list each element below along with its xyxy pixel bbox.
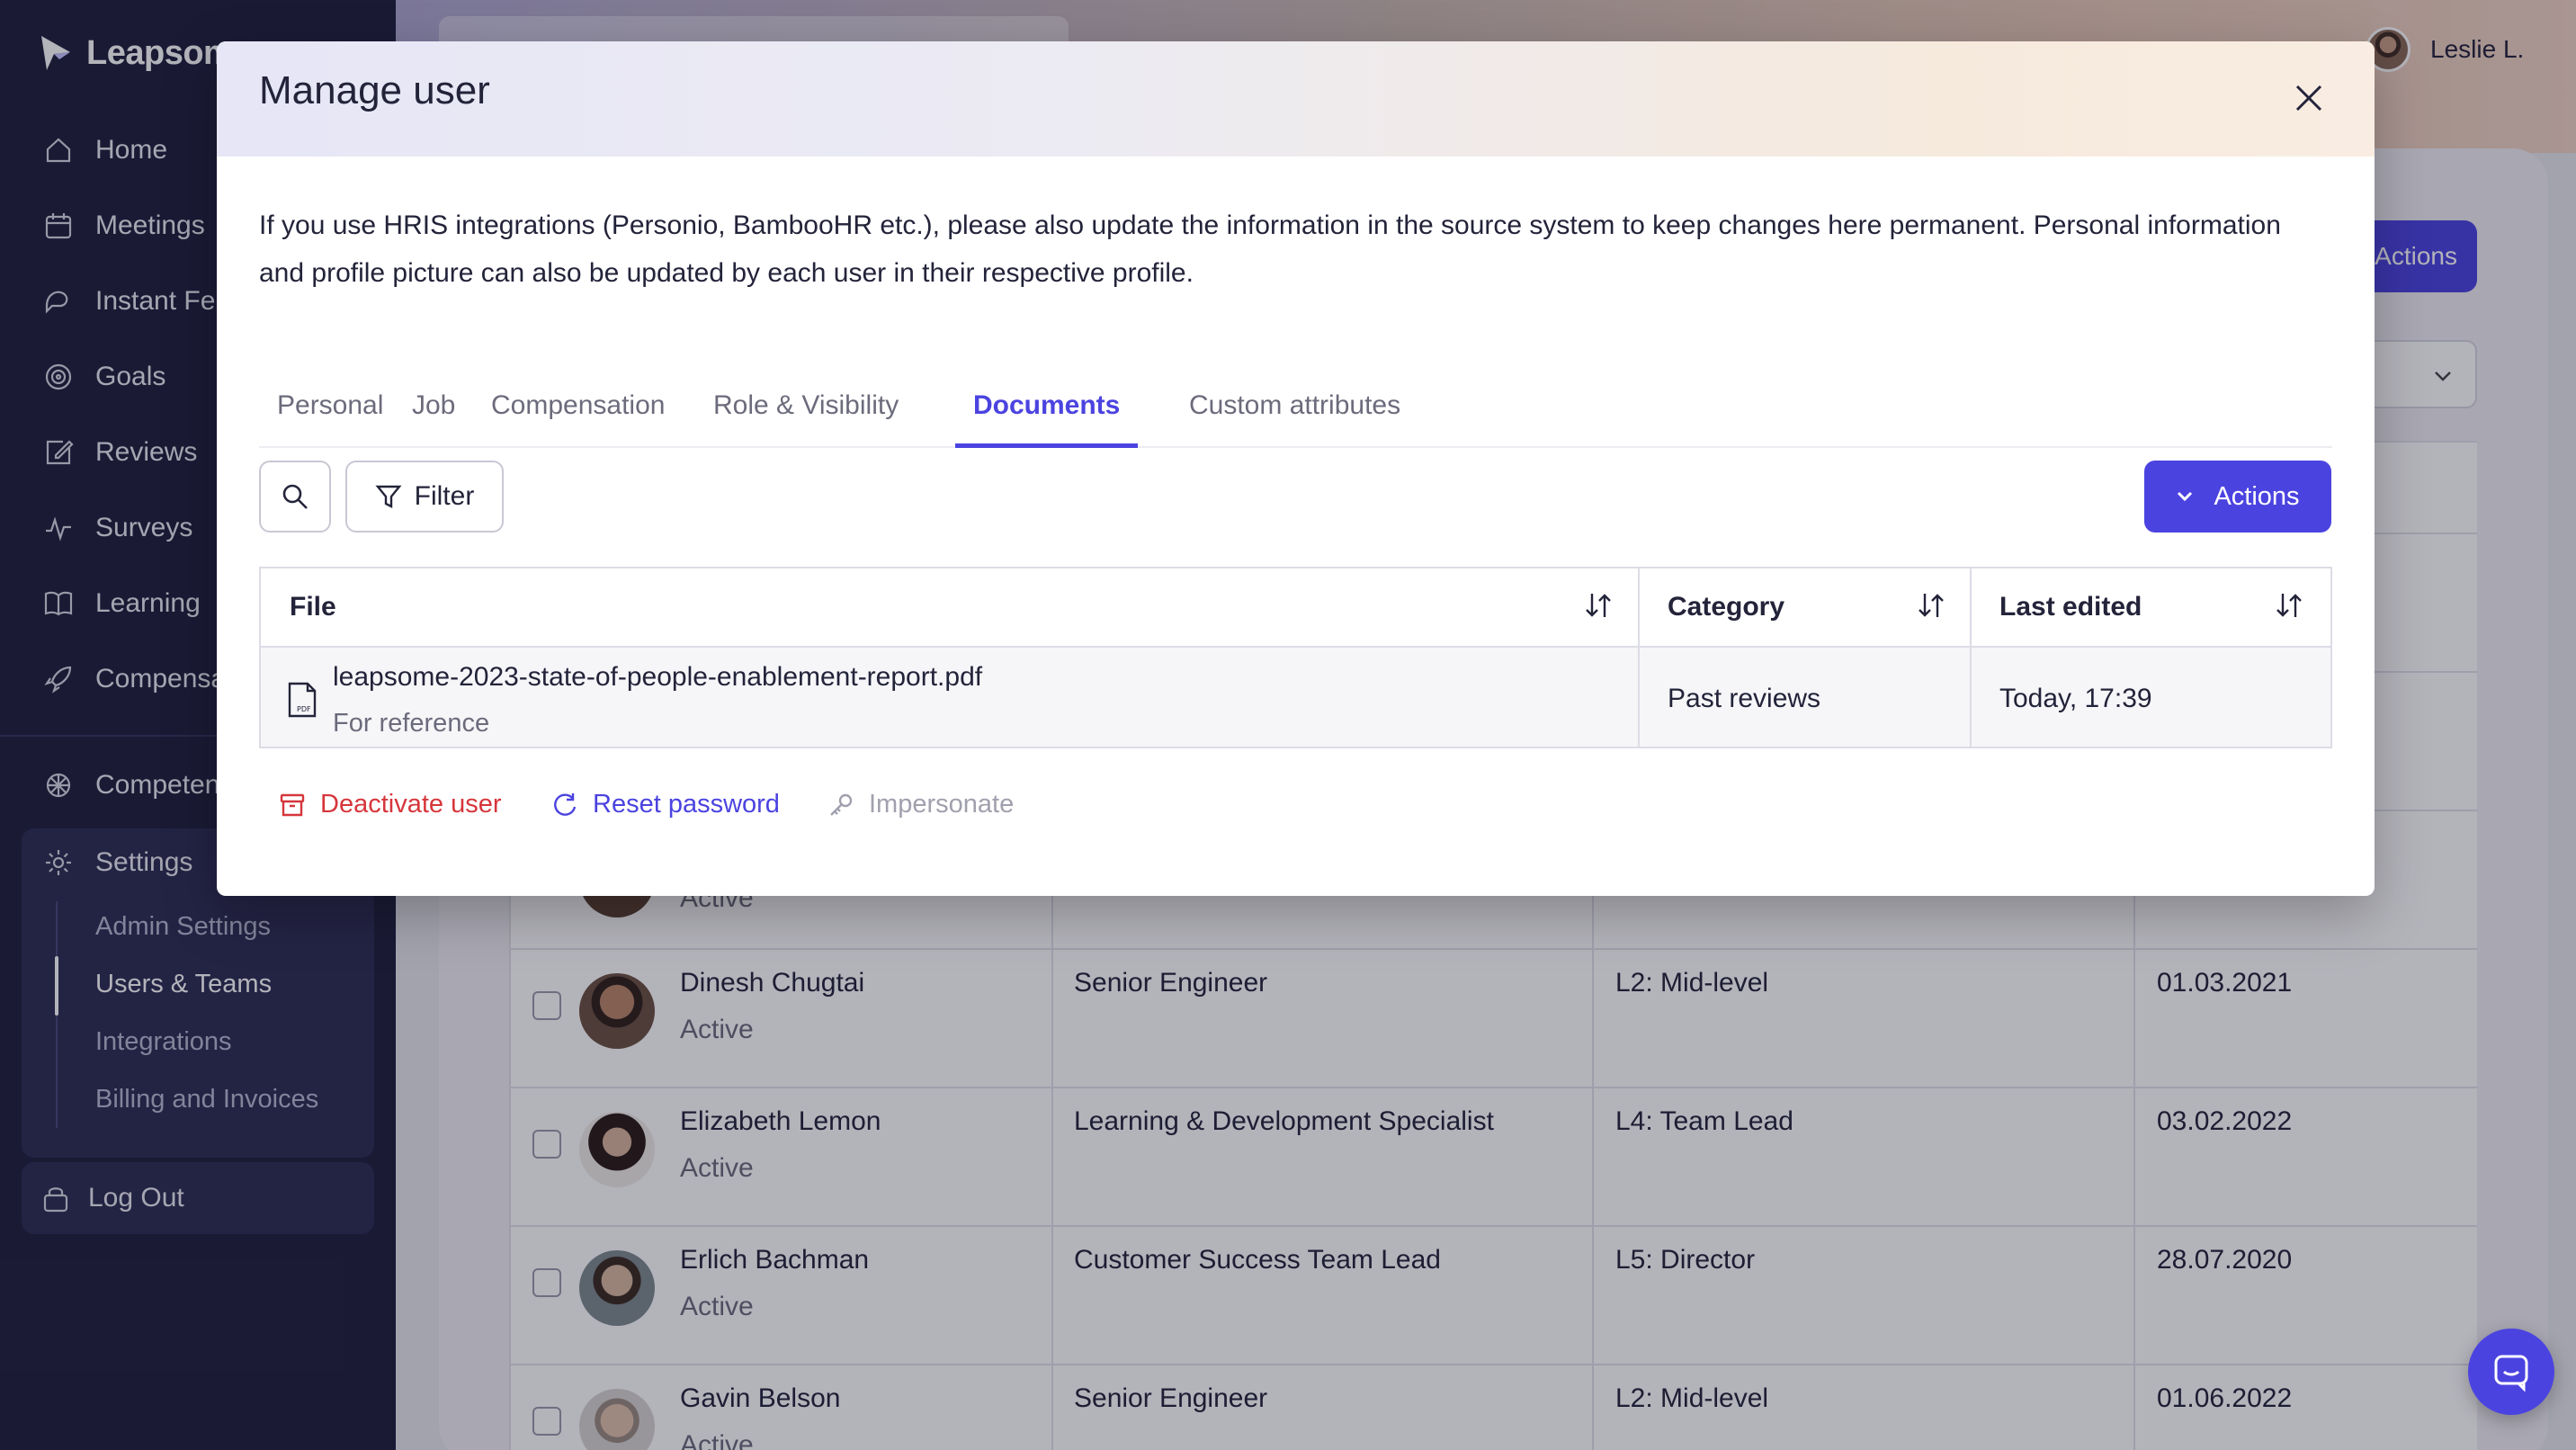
deactivate-user-button[interactable]: Deactivate user: [279, 790, 502, 819]
modal-title: Manage user: [259, 68, 490, 112]
info-line: and profile picture can also be updated …: [259, 258, 1194, 288]
tab-custom-attributes[interactable]: Custom attributes: [1171, 365, 1418, 448]
sort-icon[interactable]: [2274, 590, 2304, 621]
reset-password-button[interactable]: Reset password: [551, 790, 780, 819]
pdf-file-icon: PDF: [286, 682, 318, 718]
support-chat-button[interactable]: [2468, 1329, 2554, 1415]
chat-icon: [2494, 1355, 2528, 1392]
deactivate-label: Deactivate user: [320, 790, 502, 819]
manage-user-modal: Manage user If you use HRIS integrations…: [217, 41, 2375, 896]
column-header-file[interactable]: File: [290, 568, 336, 646]
tab-documents[interactable]: Documents: [955, 365, 1139, 448]
hris-info-text: If you use HRIS integrations (Personio, …: [259, 201, 2328, 297]
actions-label: Actions: [2214, 481, 2300, 511]
file-name[interactable]: leapsome-2023-state-of-people-enablement…: [333, 662, 982, 693]
key-icon: [830, 793, 853, 816]
actions-button[interactable]: Actions: [2144, 461, 2331, 533]
filter-icon: [375, 485, 402, 508]
tab-compensation[interactable]: Compensation: [473, 365, 683, 448]
column-header-category[interactable]: Category: [1668, 568, 1784, 646]
table-column-divider: [1638, 648, 1640, 747]
chevron-down-icon: [2178, 491, 2193, 502]
tab-job[interactable]: Job: [394, 365, 473, 448]
filter-button[interactable]: Filter: [345, 461, 504, 533]
documents-table: File Category Last edited PDF leapsome-2…: [259, 567, 2332, 748]
archive-icon: [280, 793, 305, 816]
close-icon: [2295, 85, 2322, 112]
sort-icon[interactable]: [1916, 590, 1946, 621]
modal-header: [217, 41, 2375, 157]
impersonate-label: Impersonate: [869, 790, 1015, 819]
search-button[interactable]: [259, 461, 331, 533]
tab-role-visibility[interactable]: Role & Visibility: [695, 365, 917, 448]
svg-text:PDF: PDF: [297, 705, 311, 713]
reset-password-label: Reset password: [593, 790, 780, 819]
close-button[interactable]: [2286, 76, 2331, 121]
table-column-divider: [1970, 648, 1972, 747]
info-line: If you use HRIS integrations (Personio, …: [259, 210, 2281, 240]
tab-bar: Personal Job Compensation Role & Visibil…: [259, 365, 2332, 448]
table-row[interactable]: PDF leapsome-2023-state-of-people-enable…: [261, 648, 2330, 747]
column-header-last-edited[interactable]: Last edited: [1999, 568, 2142, 646]
tab-personal[interactable]: Personal: [259, 365, 401, 448]
filter-label: Filter: [414, 481, 475, 511]
search-icon: [282, 484, 308, 509]
file-category: Past reviews: [1668, 684, 1821, 713]
file-note: For reference: [333, 709, 490, 738]
refresh-icon: [554, 792, 577, 816]
sort-icon[interactable]: [1583, 590, 1614, 621]
file-last-edited: Today, 17:39: [1999, 684, 2152, 713]
impersonate-button[interactable]: Impersonate: [827, 790, 1014, 819]
